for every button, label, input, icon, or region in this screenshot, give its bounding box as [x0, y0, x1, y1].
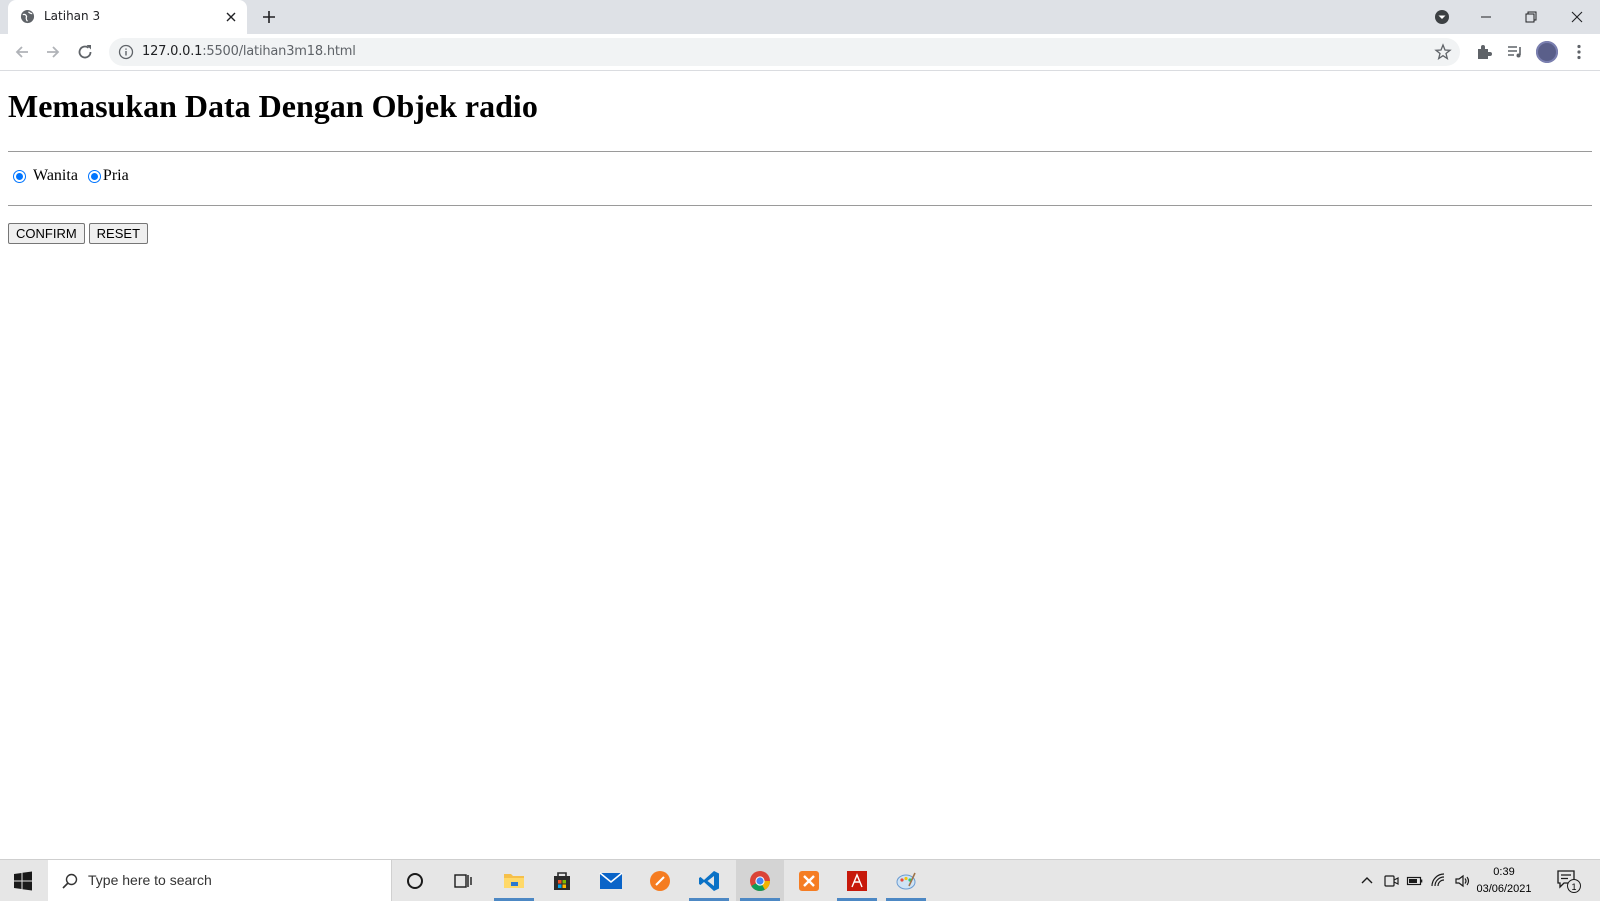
- page-content: Memasukan Data Dengan Objek radio Wanita…: [0, 71, 1600, 859]
- extensions-icon[interactable]: [1474, 42, 1494, 62]
- divider: [8, 205, 1592, 206]
- radio-label-wanita: Wanita: [33, 167, 78, 184]
- divider: [8, 151, 1592, 152]
- confirm-button[interactable]: CONFIRM: [8, 223, 85, 244]
- url-text[interactable]: 127.0.0.1:5500/latihan3m18.html: [142, 44, 356, 59]
- taskbar-clock[interactable]: 0:39 03/06/2021: [1464, 864, 1544, 898]
- radio-label-pria: Pria: [102, 167, 129, 184]
- acrobat-icon[interactable]: [835, 860, 879, 901]
- clock-time: 0:39: [1493, 866, 1515, 878]
- reset-button[interactable]: RESET: [88, 223, 149, 244]
- xampp-icon[interactable]: [787, 860, 831, 901]
- store-icon[interactable]: [540, 860, 584, 901]
- profile-avatar[interactable]: [1536, 41, 1558, 63]
- bookmark-star-icon[interactable]: [1434, 43, 1452, 61]
- minimize-icon[interactable]: [1475, 6, 1497, 28]
- menu-kebab-icon[interactable]: [1569, 42, 1589, 62]
- globe-icon: [20, 9, 35, 24]
- url-host: 127.0.0.1: [142, 44, 203, 59]
- sublime-icon[interactable]: [638, 860, 682, 901]
- cortana-icon[interactable]: [393, 860, 437, 901]
- media-control-icon[interactable]: [1505, 42, 1525, 62]
- wifi-icon[interactable]: [1430, 872, 1448, 890]
- file-explorer-icon[interactable]: [492, 860, 536, 901]
- battery-icon[interactable]: [1406, 872, 1424, 890]
- paint-icon[interactable]: [884, 860, 928, 901]
- close-tab-icon[interactable]: [223, 9, 239, 25]
- clock-date: 03/06/2021: [1476, 883, 1532, 895]
- new-tab-icon[interactable]: [260, 8, 278, 26]
- gender-radio-group: Wanita Pria: [8, 167, 129, 185]
- address-bar[interactable]: 127.0.0.1:5500/latihan3m18.html: [109, 38, 1460, 66]
- browser-toolbar: 127.0.0.1:5500/latihan3m18.html: [0, 34, 1600, 71]
- browser-tab[interactable]: Latihan 3: [8, 0, 247, 34]
- form-buttons: CONFIRM RESET: [8, 223, 149, 244]
- restore-icon[interactable]: [1520, 6, 1542, 28]
- url-path: :5500/latihan3m18.html: [202, 44, 356, 59]
- chevron-up-icon[interactable]: [1358, 872, 1376, 890]
- search-icon: [62, 873, 78, 889]
- radio-wanita[interactable]: [13, 169, 26, 183]
- chrome-icon[interactable]: [736, 860, 784, 901]
- tab-search-icon[interactable]: [1431, 6, 1453, 28]
- windows-start-icon[interactable]: [12, 870, 34, 892]
- tab-title: Latihan 3: [44, 9, 101, 23]
- mail-icon[interactable]: [589, 860, 633, 901]
- notification-center-icon[interactable]: 1: [1556, 869, 1584, 893]
- close-window-icon[interactable]: [1566, 6, 1588, 28]
- tab-strip: Latihan 3: [0, 0, 1600, 34]
- notification-badge: 1: [1567, 879, 1581, 893]
- reload-icon[interactable]: [75, 42, 95, 62]
- task-view-icon[interactable]: [441, 860, 485, 901]
- search-placeholder: Type here to search: [88, 872, 212, 888]
- back-icon[interactable]: [12, 42, 32, 62]
- taskbar-search[interactable]: Type here to search: [48, 860, 392, 901]
- radio-pria[interactable]: [87, 169, 101, 183]
- taskbar: Type here to search 0:39 03/06/2021 1: [0, 859, 1600, 901]
- meet-now-icon[interactable]: [1382, 872, 1400, 890]
- vscode-icon[interactable]: [687, 860, 731, 901]
- info-icon[interactable]: [118, 44, 134, 60]
- forward-icon[interactable]: [43, 42, 63, 62]
- page-heading: Memasukan Data Dengan Objek radio: [8, 88, 538, 124]
